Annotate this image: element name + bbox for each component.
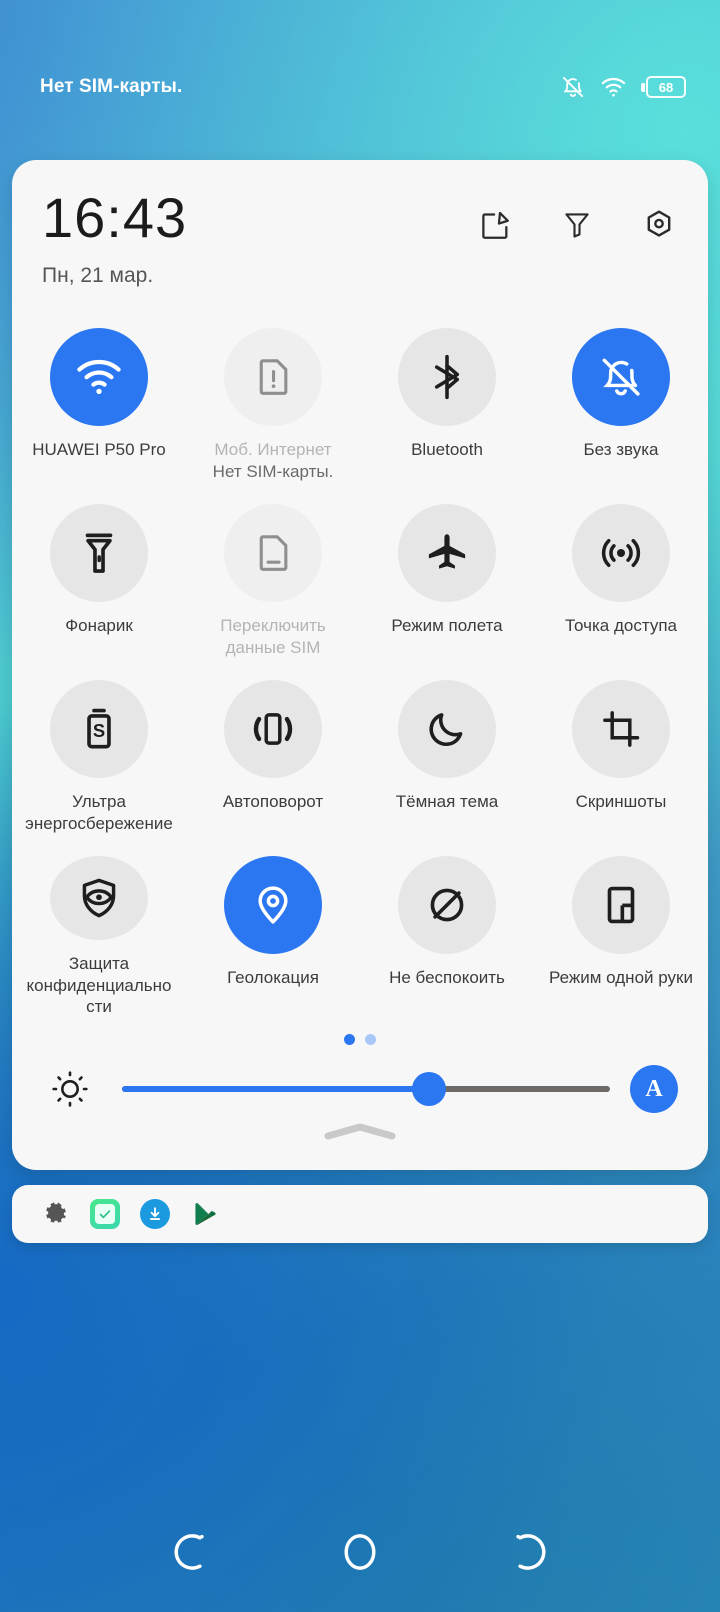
tile-one-hand-mode[interactable]: Режим одной руки bbox=[534, 842, 708, 1018]
bell-off-icon bbox=[560, 74, 586, 100]
wifi-icon bbox=[600, 75, 627, 99]
tile-label: Без звука bbox=[583, 440, 659, 459]
tile-icon-wrap: S bbox=[50, 680, 148, 778]
tile-icon-wrap bbox=[398, 504, 496, 602]
tile-screenshots[interactable]: Скриншоты bbox=[534, 666, 708, 842]
edit-icon[interactable] bbox=[476, 206, 514, 244]
tile-icon-wrap bbox=[572, 680, 670, 778]
back-button[interactable] bbox=[158, 1517, 228, 1587]
tile-label: Ультра энергосбережение bbox=[25, 792, 173, 833]
tile-airplane-mode[interactable]: Режим полета bbox=[360, 490, 534, 666]
auto-brightness-button[interactable]: A bbox=[630, 1065, 678, 1113]
download-icon[interactable] bbox=[138, 1197, 172, 1231]
tile-hotspot[interactable]: Точка доступа bbox=[534, 490, 708, 666]
tile-icon-wrap bbox=[398, 328, 496, 426]
tile-label: HUAWEI P50 Pro bbox=[32, 440, 166, 459]
page-dot-1[interactable] bbox=[344, 1034, 355, 1045]
tile-label: Тёмная тема bbox=[395, 792, 499, 811]
tile-icon-wrap bbox=[572, 328, 670, 426]
battery-level-label: 68 bbox=[658, 79, 674, 95]
notification-tray[interactable] bbox=[12, 1185, 708, 1243]
collapse-handle[interactable] bbox=[322, 1121, 398, 1148]
tile-label: Точка доступа bbox=[565, 616, 677, 635]
brightness-icon bbox=[42, 1069, 98, 1109]
tile-silent[interactable]: Без звука bbox=[534, 314, 708, 490]
home-button[interactable] bbox=[325, 1517, 395, 1587]
tile-icon-wrap bbox=[50, 856, 148, 940]
brightness-row: A bbox=[12, 1065, 708, 1113]
quick-settings-panel: 16:43 Пн, 21 мар. HUAWEI P50 Pro Моб. Ин… bbox=[12, 160, 708, 1170]
status-bar: Нет SIM-карты. 68 bbox=[0, 0, 720, 150]
tile-sublabel: Нет SIM-карты. bbox=[212, 461, 334, 481]
tile-location[interactable]: Геолокация bbox=[186, 842, 360, 1018]
tile-wifi[interactable]: HUAWEI P50 Pro bbox=[12, 314, 186, 490]
tile-icon-wrap bbox=[572, 504, 670, 602]
clock-time: 16:43 bbox=[42, 186, 188, 249]
battery-indicator: 68 bbox=[641, 76, 686, 98]
clock-date: Пн, 21 мар. bbox=[42, 264, 154, 287]
recents-button[interactable] bbox=[492, 1517, 562, 1587]
tile-icon-wrap bbox=[224, 328, 322, 426]
tile-bluetooth[interactable]: Bluetooth bbox=[360, 314, 534, 490]
page-indicator bbox=[12, 1034, 708, 1045]
battery-terminal bbox=[641, 82, 645, 92]
tile-icon-wrap bbox=[398, 680, 496, 778]
tile-icon-wrap bbox=[572, 856, 670, 954]
tile-label: Автоповорот bbox=[222, 792, 324, 811]
tile-icon-wrap bbox=[224, 504, 322, 602]
tile-icon-wrap bbox=[398, 856, 496, 954]
tile-mobile-data[interactable]: Моб. Интернет Нет SIM-карты. bbox=[186, 314, 360, 490]
tile-label: Режим полета bbox=[391, 616, 503, 635]
slider-fill bbox=[122, 1086, 430, 1092]
page-dot-2[interactable] bbox=[365, 1034, 376, 1045]
tile-icon-wrap bbox=[224, 680, 322, 778]
carrier-label: Нет SIM-карты. bbox=[40, 76, 183, 97]
brightness-slider[interactable] bbox=[122, 1069, 610, 1109]
tile-icon-wrap bbox=[50, 328, 148, 426]
tile-dark-theme[interactable]: Тёмная тема bbox=[360, 666, 534, 842]
filter-icon[interactable] bbox=[558, 206, 596, 244]
tile-ultra-power-saving[interactable]: S Ультра энергосбережение bbox=[12, 666, 186, 842]
tile-label: Моб. Интернет bbox=[214, 440, 332, 459]
tile-switch-sim[interactable]: Переключить данные SIM bbox=[186, 490, 360, 666]
tile-icon-wrap bbox=[224, 856, 322, 954]
checkmark-app-icon[interactable] bbox=[88, 1197, 122, 1231]
svg-text:S: S bbox=[93, 720, 105, 741]
tile-label: Режим одной руки bbox=[549, 968, 693, 987]
settings-icon[interactable] bbox=[640, 206, 678, 244]
tile-auto-rotate[interactable]: Автоповорот bbox=[186, 666, 360, 842]
tile-icon-wrap bbox=[50, 504, 148, 602]
tile-label: Переключить данные SIM bbox=[220, 616, 326, 657]
tile-privacy-protection[interactable]: Защита конфиденциальности bbox=[12, 842, 186, 1018]
tile-flashlight[interactable]: Фонарик bbox=[12, 490, 186, 666]
gear-icon[interactable] bbox=[38, 1197, 72, 1231]
tile-label: Фонарик bbox=[65, 616, 133, 635]
tile-label: Bluetooth bbox=[411, 440, 483, 459]
tile-do-not-disturb[interactable]: Не беспокоить bbox=[360, 842, 534, 1018]
quick-tiles-grid: HUAWEI P50 Pro Моб. Интернет Нет SIM-кар… bbox=[12, 314, 708, 1018]
play-store-icon[interactable] bbox=[188, 1197, 222, 1231]
navigation-bar bbox=[0, 1492, 720, 1612]
tile-label: Скриншоты bbox=[575, 792, 667, 811]
tile-label: Не беспокоить bbox=[389, 968, 505, 987]
tile-label: Защита конфиденциальности bbox=[26, 953, 172, 1017]
slider-thumb[interactable] bbox=[412, 1072, 447, 1106]
tile-label: Геолокация bbox=[227, 968, 319, 987]
